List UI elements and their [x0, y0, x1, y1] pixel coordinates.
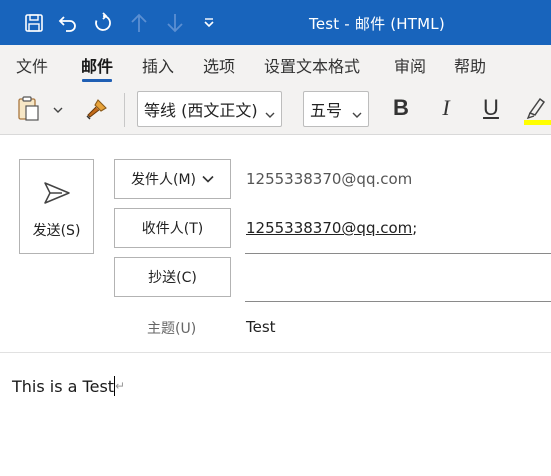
tab-file[interactable]: 文件: [16, 53, 48, 77]
chevron-down-icon: [352, 104, 362, 123]
bold-button[interactable]: B: [388, 95, 414, 121]
italic-button[interactable]: I: [433, 95, 459, 121]
send-label: 发送(S): [32, 223, 81, 239]
ribbon-tabs: 文件 邮件 插入 选项 设置文本格式 审阅 帮助: [0, 45, 551, 85]
undo-icon[interactable]: [55, 10, 81, 36]
to-button-label: 收件人(T): [141, 221, 204, 237]
tab-format-text[interactable]: 设置文本格式: [264, 53, 360, 77]
paste-icon[interactable]: [14, 94, 44, 124]
from-value: 1255338370@qq.com: [246, 170, 413, 188]
send-icon: [42, 180, 72, 210]
font-name-value: 等线 (西文正文): [144, 101, 258, 120]
to-separator: ;: [412, 219, 418, 237]
underline-button[interactable]: U: [478, 95, 504, 121]
highlight-icon[interactable]: [522, 93, 551, 127]
to-recipient[interactable]: 1255338370@qq.com: [246, 219, 412, 237]
subject-label: 主题(U): [147, 321, 197, 337]
to-button[interactable]: 收件人(T): [114, 208, 231, 248]
body-divider: [0, 352, 551, 353]
redo-icon[interactable]: [90, 10, 116, 36]
format-painter-icon[interactable]: [82, 95, 112, 123]
paste-dropdown-icon[interactable]: [50, 102, 66, 118]
save-icon[interactable]: [21, 10, 47, 36]
font-size-select[interactable]: 五号: [303, 91, 369, 127]
tab-options[interactable]: 选项: [203, 53, 235, 77]
message-body[interactable]: This is a Test↵: [12, 376, 125, 396]
cc-underline: [245, 301, 551, 302]
tab-review[interactable]: 审阅: [394, 53, 426, 77]
customize-dropdown-icon[interactable]: [196, 10, 222, 36]
cc-button-label: 抄送(C): [148, 270, 197, 286]
subject-field[interactable]: Test: [246, 318, 276, 336]
tab-help[interactable]: 帮助: [454, 53, 486, 77]
toolbar-divider: [124, 93, 125, 127]
down-arrow-icon[interactable]: [162, 10, 188, 36]
send-button[interactable]: 发送(S): [19, 159, 94, 254]
title-bar: Test - 邮件 (HTML): [0, 0, 551, 45]
chevron-down-icon: [265, 104, 275, 123]
to-field[interactable]: 1255338370@qq.com;: [246, 219, 417, 237]
window-title: Test - 邮件 (HTML): [309, 15, 445, 33]
cc-button[interactable]: 抄送(C): [114, 257, 231, 297]
up-arrow-icon[interactable]: [126, 10, 152, 36]
from-button-label: 发件人(M): [130, 172, 196, 188]
chevron-down-icon: [202, 171, 214, 187]
paragraph-mark-icon: ↵: [115, 379, 126, 393]
body-text: This is a Test: [12, 377, 115, 396]
tab-message[interactable]: 邮件: [81, 53, 113, 82]
ribbon-toolbar: 等线 (西文正文) 五号 B I U: [0, 85, 551, 135]
font-size-value: 五号: [310, 101, 343, 120]
to-underline: [245, 253, 551, 254]
tab-insert[interactable]: 插入: [142, 53, 174, 77]
font-name-select[interactable]: 等线 (西文正文): [137, 91, 282, 127]
from-button[interactable]: 发件人(M): [114, 159, 231, 199]
